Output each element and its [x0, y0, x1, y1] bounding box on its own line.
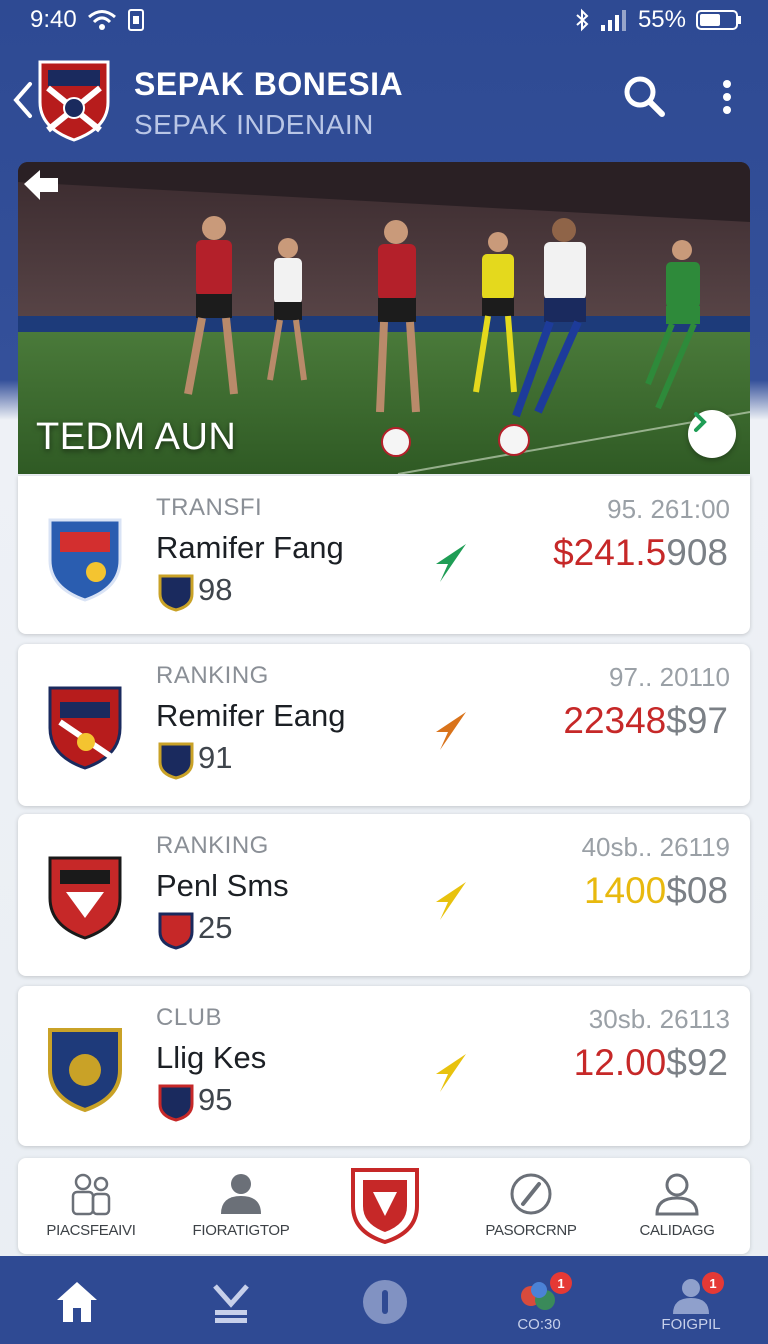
- quick-item-people[interactable]: PIACSFEAIVI: [18, 1158, 164, 1254]
- club-crest-icon: [48, 686, 122, 770]
- card-category: RANKING: [156, 662, 269, 689]
- card-title: Ramifer Fang: [156, 530, 344, 565]
- app-subtitle: SEPAK INDENAIN: [134, 109, 374, 140]
- price-main: 12.00: [573, 1042, 667, 1083]
- nav-label: FOIGPIL: [661, 1316, 721, 1333]
- club-crest-icon: [48, 518, 122, 602]
- price-main: 22348: [563, 700, 667, 741]
- sim-icon: [127, 9, 144, 31]
- trend-arrow-icon: [436, 882, 466, 920]
- card-price: 22348$97: [563, 700, 728, 742]
- compass-icon: [510, 1173, 552, 1215]
- download-icon: [213, 1284, 249, 1323]
- nav-home[interactable]: [0, 1256, 154, 1344]
- signal-icon: [600, 10, 626, 31]
- price-main: $241.5: [553, 532, 667, 573]
- status-bar: 9:40 55%: [0, 0, 768, 40]
- price-sub: $97: [666, 700, 728, 741]
- quick-label: PASORCRNP: [485, 1222, 577, 1239]
- status-time: 9:40: [30, 6, 77, 33]
- hero-next-button[interactable]: [688, 410, 736, 458]
- battery-percent: 55%: [637, 6, 686, 33]
- circle-icon: [363, 1280, 407, 1324]
- card-date: 95. 261:00: [607, 494, 730, 524]
- badge-icon: [158, 912, 194, 950]
- badge-icon: [158, 574, 194, 612]
- nav-balls[interactable]: CO:30 1: [462, 1256, 616, 1344]
- card-date: 40sb.. 26119: [581, 832, 730, 862]
- hero-back-icon[interactable]: [18, 162, 64, 208]
- more-options-icon[interactable]: [712, 76, 742, 118]
- badge-icon: [158, 742, 194, 780]
- notification-badge: 1: [702, 1272, 724, 1294]
- card-title: Penl Sms: [156, 868, 289, 903]
- list-item[interactable]: RANKING Penl Sms 25 40sb.. 26119 1400$08: [18, 814, 750, 976]
- club-crest-icon: [351, 1168, 419, 1244]
- nav-label: CO:30: [517, 1316, 561, 1333]
- card-date: 30sb. 26113: [588, 1004, 730, 1034]
- profile-outline-icon: [655, 1173, 699, 1216]
- card-score: 25: [198, 910, 233, 945]
- quick-action-bar: PIACSFEAIVI FIORATIGTOP PASORCRNP CALIDA…: [18, 1158, 750, 1254]
- wifi-icon: [87, 10, 116, 30]
- chevron-right-icon: [694, 412, 707, 432]
- quick-item-profile[interactable]: CALIDAGG: [604, 1158, 750, 1254]
- battery-icon: [696, 10, 741, 30]
- hero-caption: TEDM AUN: [36, 416, 237, 458]
- trend-arrow-icon: [436, 712, 466, 750]
- trend-arrow-icon: [436, 544, 466, 582]
- home-icon: [57, 1282, 97, 1322]
- card-title: Llig Kes: [156, 1040, 267, 1075]
- card-title: Remifer Eang: [156, 698, 346, 733]
- nav-profile[interactable]: FOIGPIL 1: [614, 1256, 768, 1344]
- club-logo: [38, 60, 110, 142]
- bottom-navigation: CO:30 1 FOIGPIL 1: [0, 1256, 768, 1344]
- hero-banner[interactable]: TEDM AUN: [18, 162, 750, 474]
- person-icon: [221, 1174, 261, 1214]
- app-title: SEPAK BONESIA: [134, 66, 404, 102]
- price-sub: $92: [666, 1042, 728, 1083]
- people-icon: [71, 1173, 111, 1216]
- list-item[interactable]: CLUB Llig Kes 95 30sb. 26113 12.00$92: [18, 986, 750, 1146]
- price-sub: 908: [666, 532, 728, 573]
- app-header: SEPAK BONESIA SEPAK INDENAIN: [0, 52, 768, 152]
- card-category: CLUB: [156, 1004, 223, 1031]
- quick-item-person[interactable]: FIORATIGTOP: [168, 1158, 314, 1254]
- nav-center[interactable]: [308, 1256, 462, 1344]
- card-date: 97.. 20110: [609, 662, 730, 692]
- list-item[interactable]: TRANSFI Ramifer Fang 98 95. 261:00 $241.…: [18, 476, 750, 634]
- price-main: 1400: [583, 870, 667, 911]
- quick-item-club[interactable]: [312, 1158, 458, 1254]
- trend-arrow-icon: [436, 1054, 466, 1092]
- card-category: TRANSFI: [156, 494, 263, 521]
- back-icon[interactable]: [8, 78, 36, 122]
- club-crest-icon: [48, 1028, 122, 1113]
- card-price: 1400$08: [584, 870, 728, 912]
- card-price: 12.00$92: [574, 1042, 728, 1084]
- club-crest-icon: [48, 856, 122, 940]
- card-score: 91: [198, 740, 233, 775]
- list-item[interactable]: RANKING Remifer Eang 91 97.. 20110 22348…: [18, 644, 750, 806]
- notification-badge: 1: [550, 1272, 572, 1294]
- search-icon[interactable]: [620, 72, 668, 120]
- card-category: RANKING: [156, 832, 269, 859]
- nav-download[interactable]: [154, 1256, 308, 1344]
- card-price: $241.5908: [553, 532, 728, 574]
- price-sub: $08: [666, 870, 728, 911]
- card-score: 98: [198, 572, 233, 607]
- card-score: 95: [198, 1082, 233, 1117]
- quick-label: CALIDAGG: [639, 1222, 715, 1239]
- bluetooth-icon: [576, 8, 589, 32]
- quick-item-compass[interactable]: PASORCRNP: [458, 1158, 604, 1254]
- quick-label: FIORATIGTOP: [192, 1222, 290, 1239]
- quick-label: PIACSFEAIVI: [46, 1222, 136, 1239]
- badge-icon: [158, 1084, 194, 1122]
